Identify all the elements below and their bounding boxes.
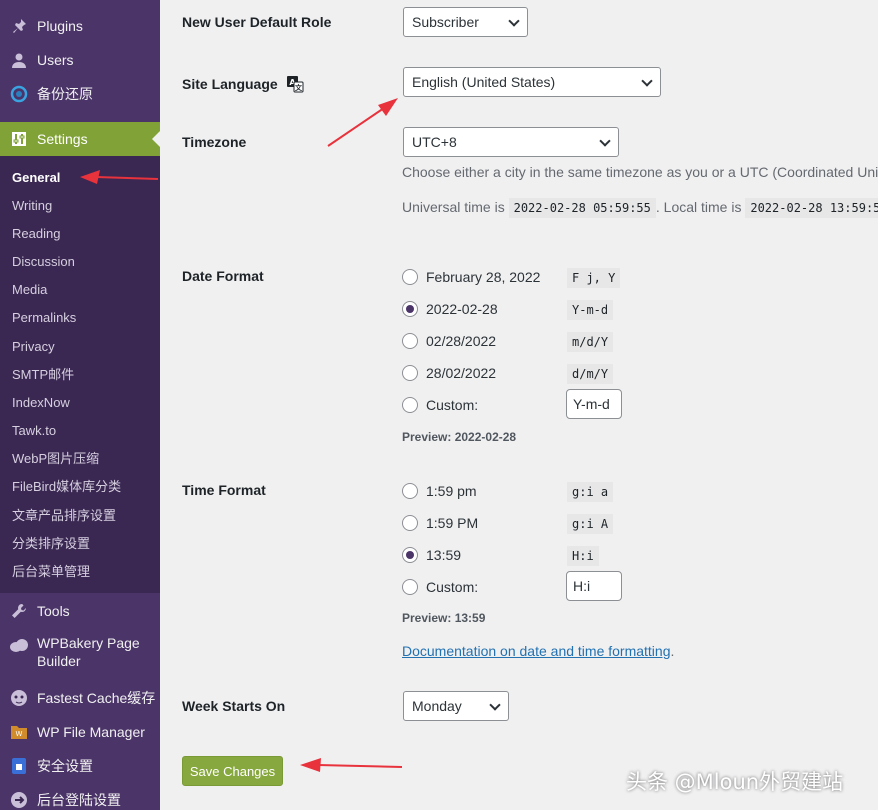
arrow-to-save-button xyxy=(300,758,403,772)
watermark: 头条 @Mloun外贸建站 xyxy=(626,770,844,794)
arrow-to-general xyxy=(80,170,159,184)
annotation-arrows xyxy=(80,98,403,772)
arrow-to-site-language xyxy=(327,98,398,147)
